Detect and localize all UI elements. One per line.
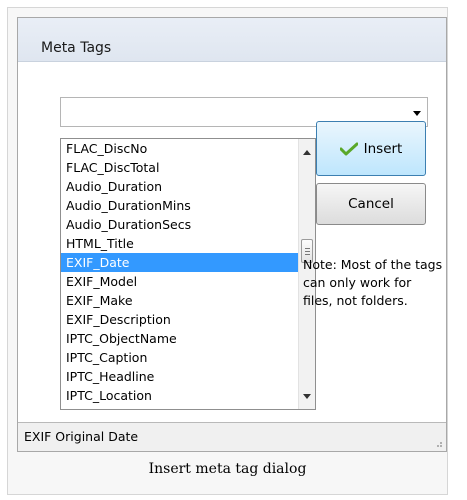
grip-line bbox=[305, 248, 310, 249]
scroll-down-arrow-icon[interactable] bbox=[303, 394, 311, 399]
list-item[interactable]: EXIF_Model bbox=[61, 272, 299, 291]
list-item[interactable]: EXIF_Make bbox=[61, 291, 299, 310]
tag-list[interactable]: FLAC_DiscNo FLAC_DiscTotal Audio_Duration A… bbox=[60, 138, 316, 410]
insert-button[interactable]: Insert bbox=[316, 121, 426, 176]
list-item[interactable]: Audio_DurationSecs bbox=[61, 215, 299, 234]
title-bar: Meta Tags bbox=[18, 18, 446, 62]
list-item[interactable]: Audio_DurationMins bbox=[61, 196, 299, 215]
list-item[interactable]: EXIF_Description bbox=[61, 310, 299, 329]
list-item[interactable]: Audio_Duration bbox=[61, 177, 299, 196]
resize-grip-icon[interactable] bbox=[433, 438, 443, 448]
check-icon bbox=[339, 142, 358, 155]
list-item[interactable]: IPTC_Location bbox=[61, 386, 299, 405]
list-item[interactable]: FLAC_DiscTotal bbox=[61, 158, 299, 177]
grip-line bbox=[305, 254, 310, 255]
status-bar: EXIF Original Date bbox=[18, 422, 446, 451]
list-item[interactable]: EXIF_Date bbox=[61, 253, 299, 272]
list-item[interactable]: IPTC_Caption bbox=[61, 348, 299, 367]
note-text: Note: Most of the tags can only work for… bbox=[303, 257, 443, 308]
cancel-button-label: Cancel bbox=[348, 196, 394, 212]
scroll-up-arrow-icon[interactable] bbox=[303, 150, 311, 155]
insert-button-label: Insert bbox=[363, 140, 403, 157]
status-text: EXIF Original Date bbox=[24, 429, 139, 444]
list-item[interactable]: FLAC_DiscNo bbox=[61, 139, 299, 158]
figure-caption: Insert meta tag dialog bbox=[148, 461, 307, 477]
grip-line bbox=[305, 251, 310, 252]
list-item[interactable]: IPTC_Headline bbox=[61, 367, 299, 386]
meta-tags-dialog: Meta Tags FLAC_DiscNo FLAC_DiscTotal Audio… bbox=[17, 17, 447, 452]
chevron-down-icon[interactable] bbox=[413, 111, 421, 116]
list-item[interactable]: HTML_Title bbox=[61, 234, 299, 253]
tag-list-items: FLAC_DiscNo FLAC_DiscTotal Audio_Duration A… bbox=[61, 139, 299, 405]
cancel-button[interactable]: Cancel bbox=[316, 183, 426, 225]
list-item[interactable]: IPTC_ObjectName bbox=[61, 329, 299, 348]
dialog-title: Meta Tags bbox=[41, 40, 112, 56]
